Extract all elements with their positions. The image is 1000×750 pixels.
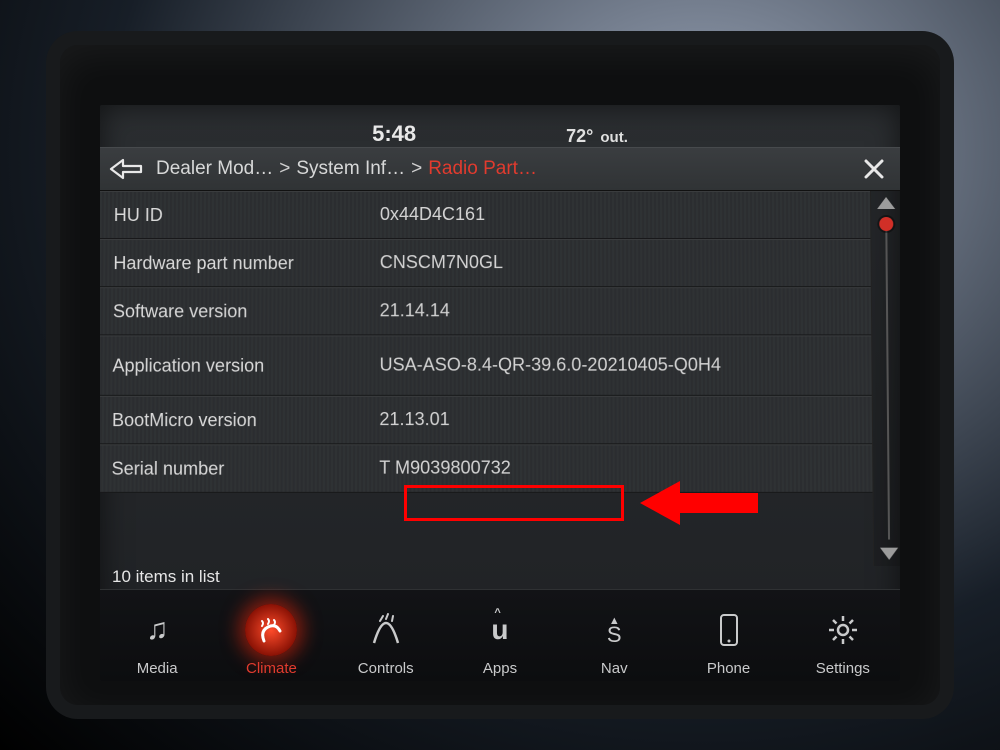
music-icon: ♫ — [131, 604, 183, 656]
close-button[interactable] — [854, 153, 894, 185]
back-button[interactable] — [106, 153, 146, 185]
nav-label: Phone — [707, 660, 750, 677]
temp-value: 72° — [566, 126, 593, 146]
compass-icon: ▲S — [588, 604, 640, 656]
nav-label: Media — [137, 660, 178, 677]
row-value: 21.14.14 — [380, 300, 871, 322]
breadcrumb-item-1[interactable]: System Inf… — [296, 158, 405, 180]
row-value: CNSCM7N0GL — [380, 252, 871, 274]
breadcrumb-sep: > — [279, 158, 290, 180]
nav-settings[interactable]: Settings — [795, 604, 891, 677]
breadcrumb-sep: > — [411, 158, 422, 180]
row-value: T M9039800732 — [379, 458, 872, 480]
nav-apps[interactable]: u^ Apps — [452, 604, 548, 677]
row-value: USA-ASO-8.4-QR-39.6.0-20210405-Q0H4 — [380, 355, 872, 377]
scroll-track[interactable] — [885, 217, 890, 540]
status-bar: 5:48 72° out. — [100, 105, 900, 147]
list-item[interactable]: BootMicro version 21.13.01 — [100, 396, 872, 444]
temp-suffix: out. — [600, 129, 628, 146]
row-value: 21.13.01 — [379, 409, 872, 431]
breadcrumb-item-2[interactable]: Radio Part… — [428, 158, 537, 180]
row-label: Hardware part number — [100, 253, 380, 274]
screen: 5:48 72° out. Dealer Mod… > System Inf… … — [100, 105, 900, 681]
row-value: 0x44D4C161 — [380, 204, 870, 226]
list-item[interactable]: Application version USA-ASO-8.4-QR-39.6.… — [100, 335, 872, 395]
bottom-nav: ♫ Media Climate Controls u^ Apps — [100, 589, 900, 681]
controls-icon — [360, 604, 412, 656]
nav-controls[interactable]: Controls — [338, 604, 434, 677]
back-arrow-icon — [109, 158, 143, 180]
breadcrumb-item-0[interactable]: Dealer Mod… — [156, 158, 273, 180]
nav-phone[interactable]: Phone — [681, 604, 777, 677]
row-label: HU ID — [100, 204, 380, 225]
scroll-thumb[interactable] — [879, 217, 893, 231]
nav-label: Nav — [601, 660, 628, 677]
close-icon — [864, 159, 884, 179]
info-list[interactable]: HU ID 0x44D4C161 Hardware part number CN… — [100, 191, 873, 566]
nav-climate[interactable]: Climate — [223, 604, 319, 677]
row-label: Software version — [100, 301, 380, 322]
scroll-down-icon[interactable] — [880, 548, 898, 560]
list-count: 10 items in list — [100, 563, 900, 589]
row-label: BootMicro version — [100, 409, 379, 430]
nav-media[interactable]: ♫ Media — [109, 604, 205, 677]
nav-nav[interactable]: ▲S Nav — [566, 604, 662, 677]
outside-temp: 72° out. — [566, 126, 628, 147]
content-body: HU ID 0x44D4C161 Hardware part number CN… — [100, 191, 900, 566]
breadcrumb-bar: Dealer Mod… > System Inf… > Radio Part… — [100, 147, 900, 191]
scroll-up-icon[interactable] — [877, 197, 895, 209]
list-item[interactable]: HU ID 0x44D4C161 — [100, 191, 870, 239]
phone-icon — [703, 604, 755, 656]
scrollbar[interactable] — [870, 191, 900, 566]
nav-label: Climate — [246, 660, 297, 677]
clock: 5:48 — [372, 121, 416, 147]
row-label: Application version — [100, 355, 380, 376]
breadcrumb[interactable]: Dealer Mod… > System Inf… > Radio Part… — [156, 158, 844, 180]
nav-label: Apps — [483, 660, 517, 677]
gear-icon — [817, 604, 869, 656]
list-item[interactable]: Hardware part number CNSCM7N0GL — [100, 239, 871, 287]
list-item[interactable]: Serial number T M9039800732 — [100, 444, 873, 493]
list-item[interactable]: Software version 21.14.14 — [100, 287, 871, 335]
climate-icon — [245, 604, 297, 656]
nav-label: Settings — [816, 660, 870, 677]
nav-label: Controls — [358, 660, 414, 677]
row-label: Serial number — [100, 458, 379, 479]
apps-icon: u^ — [474, 604, 526, 656]
device-bezel: 5:48 72° out. Dealer Mod… > System Inf… … — [60, 45, 940, 705]
